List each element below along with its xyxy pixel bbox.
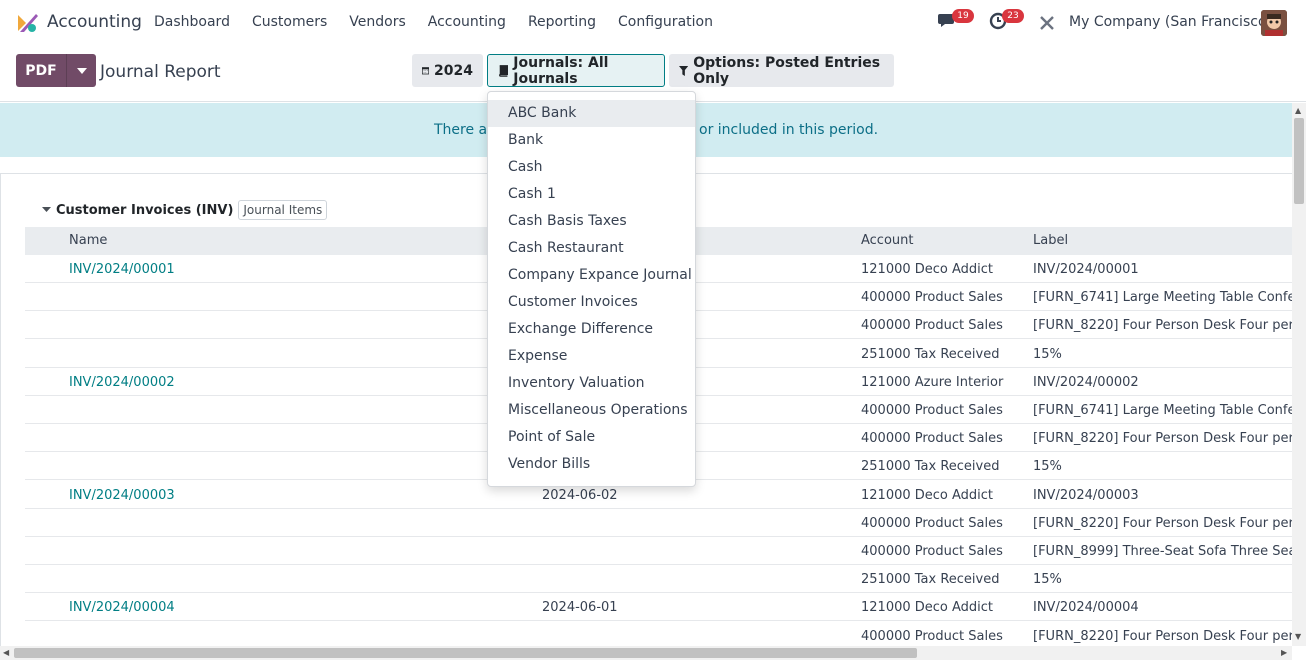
cell-account: 400000 Product Sales <box>861 544 1003 559</box>
cell-account: 400000 Product Sales <box>861 431 1003 447</box>
cell-date: 2024-06-02 <box>542 487 618 503</box>
cell-name[interactable]: INV/2024/00004 <box>69 600 175 615</box>
calendar-icon <box>422 67 430 75</box>
cell-label: 15% <box>1033 459 1062 475</box>
cell-label: [FURN_8999] Three-Seat Sofa Three Seater… <box>1033 544 1292 559</box>
scroll-left-arrow-icon[interactable]: ◀ <box>3 648 9 657</box>
table-row[interactable]: INV/2024/00004 2024-06-01 121000 Deco Addi… <box>25 593 1292 622</box>
book-icon <box>499 65 509 77</box>
cell-name[interactable]: INV/2024/00002 <box>69 375 175 390</box>
cell-date: 2024-06-01 <box>542 600 618 616</box>
menu-customers[interactable]: Customers <box>252 14 327 30</box>
menu-reporting[interactable]: Reporting <box>528 14 596 30</box>
cell-account: 400000 Product Sales <box>861 515 1003 531</box>
caret-down-icon <box>42 207 51 212</box>
options-filter-label: Options: Posted Entries Only <box>693 54 881 87</box>
menu-dashboard[interactable]: Dashboard <box>154 14 230 30</box>
section-title: Customer Invoices (INV) <box>56 202 234 218</box>
app-name[interactable]: Accounting <box>47 12 142 32</box>
cell-label: [FURN_6741] Large Meeting Table Conferen… <box>1033 290 1292 306</box>
activities-button[interactable]: 23 <box>988 9 1024 30</box>
caret-down-icon <box>76 67 87 74</box>
pdf-dropdown-toggle[interactable] <box>66 54 96 87</box>
cell-account: 121000 Deco Addict <box>861 600 994 616</box>
journals-dropdown-menu: ABC Bank Bank Cash Cash 1 Cash Basis Taxes Ca… <box>487 91 696 487</box>
cell-account: 121000 Deco Addict <box>861 487 994 503</box>
top-navbar: Accounting Dashboard Customers Vendors A… <box>0 0 1306 46</box>
options-filter-button[interactable]: Options: Posted Entries Only <box>669 54 894 87</box>
activities-badge: 23 <box>1002 9 1024 23</box>
cell-label: INV/2024/00002 <box>1033 374 1139 390</box>
journals-filter-button[interactable]: Journals: All Journals <box>487 54 665 87</box>
cell-account: 400000 Product Sales <box>861 290 1003 306</box>
cell-label: 15% <box>1033 346 1062 362</box>
messages-button[interactable]: 19 <box>938 9 974 30</box>
date-filter-button[interactable]: 2024 <box>412 54 483 87</box>
menu-accounting[interactable]: Accounting <box>428 14 506 30</box>
journal-option[interactable]: Inventory Valuation <box>488 370 695 397</box>
cell-account: 121000 Azure Interior <box>861 374 1004 390</box>
menu-vendors[interactable]: Vendors <box>349 14 405 30</box>
section-header[interactable]: Customer Invoices (INV) Journal Items <box>42 200 328 220</box>
journal-option[interactable]: Company Expance Journal <box>488 262 695 289</box>
cell-account: 400000 Product Sales <box>861 403 1003 418</box>
scroll-up-arrow-icon[interactable]: ▲ <box>1295 106 1301 115</box>
table-row[interactable]: 400000 Product Sales [FURN_8220] Four Per… <box>25 509 1292 537</box>
journal-option[interactable]: Cash Restaurant <box>488 235 695 262</box>
vertical-scroll-thumb[interactable] <box>1294 118 1304 204</box>
cell-label: INV/2024/00003 <box>1033 487 1139 503</box>
journal-option[interactable]: Cash 1 <box>488 181 695 208</box>
cell-account: 121000 Deco Addict <box>861 262 994 277</box>
company-switcher[interactable]: My Company (San Francisco) <box>1069 14 1272 30</box>
cell-account: 251000 Tax Received <box>861 346 1000 362</box>
date-filter-label: 2024 <box>434 62 473 79</box>
column-header-label: Label <box>1033 233 1069 248</box>
journal-option[interactable]: Cash <box>488 154 695 181</box>
cell-label: [FURN_8220] Four Person Desk Four person <box>1033 515 1292 531</box>
journal-option[interactable]: Vendor Bills <box>488 451 695 478</box>
cell-label: [FURN_8220] Four Person Desk Four person <box>1033 431 1292 447</box>
cell-label: [FURN_8220] Four Person Desk Four person <box>1033 318 1292 334</box>
journal-option[interactable]: Miscellaneous Operations <box>488 397 695 424</box>
journal-option[interactable]: Cash Basis Taxes <box>488 208 695 235</box>
table-row[interactable]: 251000 Tax Received 15% <box>25 565 1292 594</box>
cell-label: INV/2024/00004 <box>1033 600 1139 616</box>
journal-option[interactable]: Bank <box>488 127 695 154</box>
journal-option[interactable]: Point of Sale <box>488 424 695 451</box>
cell-account: 400000 Product Sales <box>861 318 1003 334</box>
accounting-app-icon[interactable] <box>16 12 38 34</box>
scroll-right-arrow-icon[interactable]: ▶ <box>1281 648 1287 657</box>
cell-account: 251000 Tax Received <box>861 459 1000 475</box>
cell-label: INV/2024/00001 <box>1033 262 1139 277</box>
cell-label: [FURN_6741] Large Meeting Table Conferen… <box>1033 403 1292 418</box>
alert-text-left: There ar <box>434 122 493 138</box>
journal-items-tag[interactable]: Journal Items <box>238 200 328 220</box>
journal-option[interactable]: Customer Invoices <box>488 289 695 316</box>
page-title: Journal Report <box>100 62 221 82</box>
filter-icon <box>679 65 689 76</box>
scroll-down-arrow-icon[interactable]: ▼ <box>1295 632 1301 641</box>
user-avatar[interactable] <box>1261 10 1287 36</box>
journals-filter-label: Journals: All Journals <box>513 54 609 87</box>
journal-option[interactable]: Exchange Difference <box>488 316 695 343</box>
journal-option[interactable]: ABC Bank <box>488 100 695 127</box>
tools-icon[interactable] <box>1038 14 1056 32</box>
column-header-name: Name <box>69 233 108 248</box>
cell-name[interactable]: INV/2024/00001 <box>69 262 175 277</box>
cell-account: 251000 Tax Received <box>861 572 1000 588</box>
journal-option[interactable]: Expense <box>488 343 695 370</box>
cell-account: 400000 Product Sales <box>861 628 1003 644</box>
pdf-button[interactable]: PDF <box>16 54 66 87</box>
cell-label: [FURN_8220] Four Person Desk Four person <box>1033 628 1292 644</box>
column-header-account: Account <box>861 233 914 248</box>
horizontal-scroll-thumb[interactable] <box>14 648 917 658</box>
cell-label: 15% <box>1033 572 1062 588</box>
cell-name[interactable]: INV/2024/00003 <box>69 488 175 503</box>
menu-configuration[interactable]: Configuration <box>618 14 713 30</box>
table-row[interactable]: 400000 Product Sales [FURN_8999] Three-Se… <box>25 537 1292 565</box>
alert-text-right: or included in this period. <box>699 122 879 138</box>
messages-badge: 19 <box>952 9 974 23</box>
